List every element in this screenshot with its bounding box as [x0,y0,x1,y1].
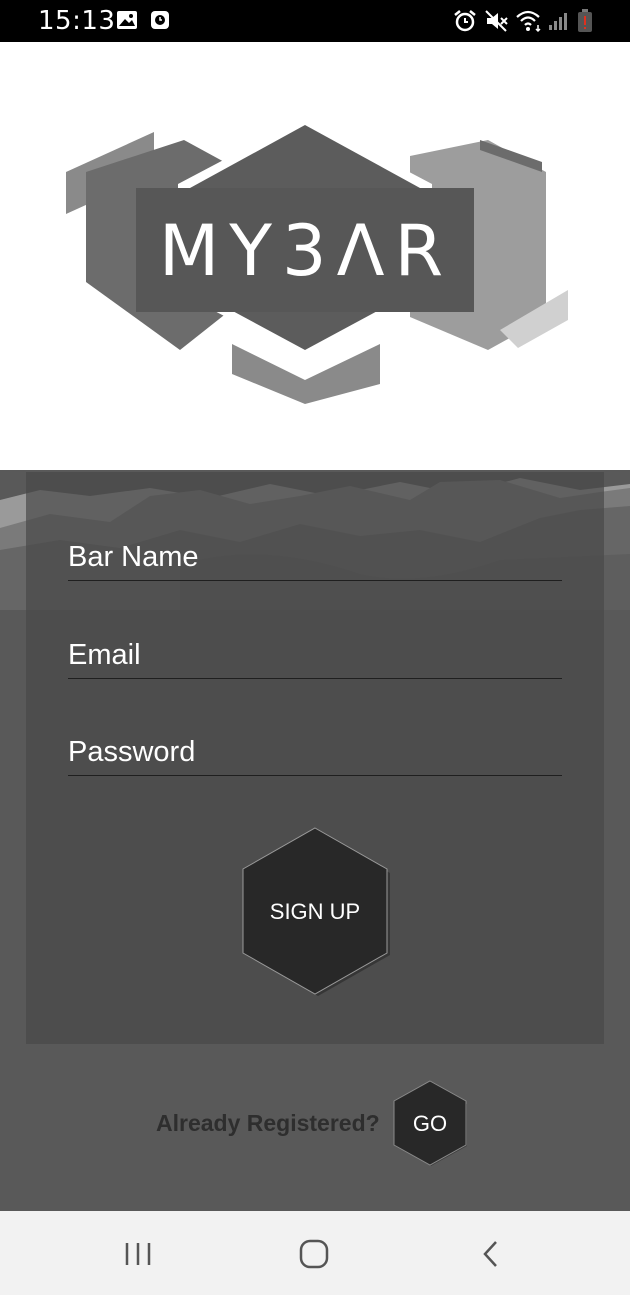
password-field [68,729,562,776]
already-registered-label: Already Registered? [156,1110,380,1136]
gallery-icon [116,9,138,36]
signup-button-label: SIGN UP [269,899,361,924]
battery-low-icon [577,9,593,38]
go-button[interactable]: GO [392,1080,468,1168]
back-icon [483,1241,497,1267]
navigation-bar [0,1211,630,1295]
alarm-icon [452,9,478,38]
wifi-icon [514,9,544,38]
home-icon [299,1239,329,1269]
mute-icon [484,9,510,38]
logo-area: MY3ΛR [0,42,630,462]
signup-button[interactable]: SIGN UP [240,826,390,998]
logo-text: MY3ΛR [158,210,454,292]
status-bar: 15:13 [0,0,630,42]
clock-app-icon [150,9,170,36]
status-time: 15:13 [38,6,116,36]
bar-name-field [68,534,562,581]
recent-apps-button[interactable] [108,1235,168,1271]
email-field [68,632,562,679]
password-input[interactable] [68,729,562,775]
go-button-label: GO [412,1111,448,1136]
signal-icon [548,9,570,38]
home-button[interactable] [284,1235,344,1271]
back-button[interactable] [460,1235,520,1271]
bar-name-input[interactable] [68,534,562,580]
email-input[interactable] [68,632,562,678]
recent-apps-icon [125,1243,151,1265]
